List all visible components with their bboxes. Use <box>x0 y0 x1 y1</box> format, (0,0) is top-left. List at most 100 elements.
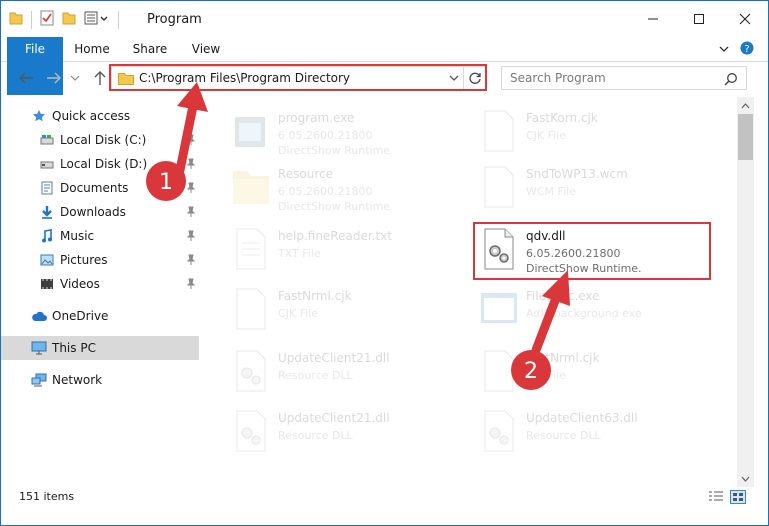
tab-view[interactable]: View <box>181 37 231 61</box>
search-icon[interactable] <box>724 72 738 89</box>
file-name: FastNrml.cjk <box>278 289 352 303</box>
file-item[interactable]: FileExec.exe AdIP background exe <box>457 281 697 339</box>
file-type: Resource DLL <box>278 369 353 382</box>
file-item[interactable]: FastKorn.cjk CJK File <box>457 103 697 161</box>
pin-icon[interactable] <box>186 278 196 293</box>
navigation-bar: C:\Program Files\Program Directory <box>1 62 768 94</box>
pin-icon[interactable] <box>186 206 196 221</box>
folder-icon[interactable] <box>9 10 23 29</box>
file-type: Resource DLL <box>526 429 601 442</box>
file-item[interactable]: UpdateClient21.dll Resource DLL <box>209 403 449 461</box>
download-icon <box>39 204 55 220</box>
blank-file-icon <box>484 110 514 152</box>
pin-icon[interactable] <box>186 182 196 197</box>
file-item-qdv-dll[interactable]: qdv.dll 6.05.2600.21800 DirectShow Runti… <box>457 221 697 279</box>
pin-icon[interactable] <box>186 158 196 173</box>
blank-file-icon <box>236 288 266 330</box>
sidebar-item-music[interactable]: Music <box>1 224 199 248</box>
file-name: UpdateClient21.dll <box>278 411 390 425</box>
star-icon <box>31 108 47 124</box>
navigation-pane: Quick access Local Disk (C:) Local Disk … <box>1 97 201 487</box>
sidebar-item-videos[interactable]: Videos <box>1 272 199 296</box>
recent-locations-button[interactable] <box>67 68 83 88</box>
search-box[interactable] <box>501 66 747 90</box>
file-version: 6.05.2600.21800 <box>278 185 373 198</box>
forward-button[interactable] <box>43 68 65 88</box>
properties-icon[interactable] <box>40 10 54 29</box>
file-type: CJK File <box>278 307 319 320</box>
large-icons-view-icon[interactable] <box>730 490 746 507</box>
up-button[interactable] <box>89 68 111 88</box>
file-item[interactable]: UpdateClient63.dll Resource DLL <box>457 403 697 461</box>
tab-share[interactable]: Share <box>125 37 175 61</box>
scroll-up-button[interactable] <box>737 97 754 114</box>
file-name: FastKorn.cjk <box>526 111 598 125</box>
sidebar-item-local-disk-c[interactable]: Local Disk (C:) <box>1 128 199 152</box>
file-type: CJK File <box>526 129 567 142</box>
pin-icon[interactable] <box>186 134 196 149</box>
details-view-icon[interactable] <box>708 490 724 507</box>
file-item[interactable]: program.exe 6.05.2600.21800 DirectShow R… <box>209 103 449 161</box>
sidebar-item-this-pc[interactable]: This PC <box>1 336 199 360</box>
file-list: program.exe 6.05.2600.21800 DirectShow R… <box>205 97 737 483</box>
window-controls <box>630 1 768 37</box>
minimize-button[interactable] <box>630 1 676 37</box>
sidebar-item-label: Network <box>52 373 103 387</box>
address-dropdown-icon[interactable] <box>448 72 460 86</box>
file-type: CJK File <box>526 369 567 382</box>
file-explorer-window: Program File Home Share View ? C:\Progra… <box>0 0 769 526</box>
help-icon[interactable]: ? <box>740 41 754 58</box>
sidebar-item-documents[interactable]: Documents <box>1 176 199 200</box>
close-icon <box>739 13 751 25</box>
file-name: UpdateClient21.dll <box>278 351 390 365</box>
maximize-button[interactable] <box>676 1 722 37</box>
network-icon <box>31 372 47 388</box>
sidebar-item-quick-access[interactable]: Quick access <box>1 104 199 128</box>
file-name: FastNrml.cjk <box>526 351 600 365</box>
file-item[interactable]: FastNrml.cjk CJK File <box>457 343 697 401</box>
sidebar-item-local-disk-d[interactable]: Local Disk (D:) <box>1 152 199 176</box>
dll-gear-icon <box>236 350 266 392</box>
cloud-icon <box>31 308 47 324</box>
address-path[interactable]: C:\Program Files\Program Directory <box>139 71 350 85</box>
up-arrow-icon <box>94 71 106 85</box>
customize-toolbar-icon[interactable] <box>84 10 110 29</box>
file-name: program.exe <box>278 111 355 125</box>
file-type: AdIP background exe <box>526 307 642 320</box>
computer-icon <box>31 340 47 356</box>
file-name: Resource <box>278 167 334 181</box>
file-item[interactable]: FastNrml.cjk CJK File <box>209 281 449 339</box>
file-type: Resource DLL <box>278 429 353 442</box>
sidebar-item-label: Local Disk (D:) <box>60 157 148 171</box>
file-name: SndToWP13.wcm <box>526 167 628 181</box>
sidebar-item-network[interactable]: Network <box>1 368 199 392</box>
videos-icon <box>39 276 55 292</box>
music-icon <box>39 228 55 244</box>
sidebar-item-label: Pictures <box>60 253 108 267</box>
pin-icon[interactable] <box>186 254 196 269</box>
toolbar-separator <box>31 10 32 29</box>
close-button[interactable] <box>722 1 768 37</box>
sidebar-item-downloads[interactable]: Downloads <box>1 200 199 224</box>
vertical-scrollbar[interactable] <box>737 97 754 487</box>
file-item[interactable]: Resource 6.05.2600.21800 DirectShow Runt… <box>209 159 449 217</box>
pin-icon[interactable] <box>186 230 196 245</box>
search-input[interactable] <box>508 70 712 86</box>
file-item[interactable]: SndToWP13.wcm WCM File <box>457 159 697 217</box>
sidebar-item-pictures[interactable]: Pictures <box>1 248 199 272</box>
scroll-down-button[interactable] <box>737 470 754 487</box>
expand-ribbon-icon[interactable] <box>718 43 730 57</box>
tab-home[interactable]: Home <box>67 37 117 61</box>
dll-gear-icon <box>484 410 514 452</box>
scroll-thumb[interactable] <box>738 114 753 160</box>
refresh-button[interactable] <box>463 67 486 89</box>
back-button[interactable] <box>15 68 37 88</box>
item-count: 151 items <box>19 490 75 503</box>
file-item[interactable]: help.fineReader.txt TXT File <box>209 221 449 279</box>
toolbar-separator <box>118 10 119 29</box>
new-folder-icon[interactable] <box>62 10 76 29</box>
address-bar[interactable]: C:\Program Files\Program Directory <box>111 66 487 90</box>
text-file-icon <box>236 228 266 270</box>
file-item[interactable]: UpdateClient21.dll Resource DLL <box>209 343 449 401</box>
sidebar-item-onedrive[interactable]: OneDrive <box>1 304 199 328</box>
